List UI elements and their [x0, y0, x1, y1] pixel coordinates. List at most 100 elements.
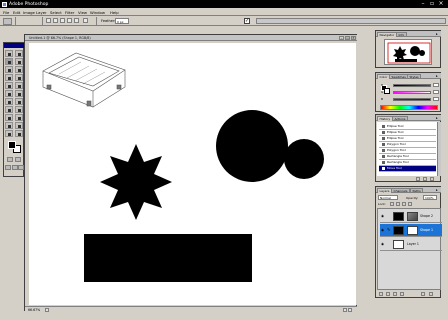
subtract-selection-icon[interactable] — [60, 18, 65, 23]
eye-icon[interactable]: ◉ — [381, 214, 385, 218]
healing-brush-icon[interactable] — [5, 74, 13, 81]
green-value-field[interactable] — [433, 90, 439, 94]
vertical-scrollbar[interactable] — [356, 41, 358, 305]
trash-icon[interactable] — [430, 177, 434, 181]
clone-stamp-icon[interactable] — [5, 82, 13, 89]
status-menu-icon[interactable] — [45, 307, 49, 312]
menu-image[interactable]: Image — [23, 10, 35, 15]
color-spectrum-bar[interactable] — [380, 105, 438, 110]
eraser-tool-icon[interactable] — [5, 90, 13, 97]
new-document-icon[interactable] — [423, 177, 427, 181]
menu-file[interactable]: File — [3, 10, 9, 15]
layer-set-icon[interactable] — [393, 292, 397, 296]
lasso-icon[interactable] — [74, 18, 79, 23]
green-slider[interactable] — [393, 91, 431, 94]
shape-tool-icon[interactable] — [14, 114, 23, 121]
tool-preset-picker[interactable] — [3, 17, 12, 25]
panel-menu-icon[interactable]: ▸ — [436, 116, 440, 120]
panel-menu-icon[interactable]: ▸ — [436, 32, 440, 36]
history-item[interactable]: Ellipse Tool — [379, 124, 436, 130]
history-item[interactable]: Rectangle Tool — [379, 154, 436, 160]
red-value-field[interactable] — [433, 83, 439, 87]
scroll-right-icon[interactable] — [348, 307, 352, 312]
blend-mode-select[interactable]: Normal — [378, 195, 398, 200]
quick-mask-icon[interactable] — [15, 157, 21, 162]
marquee-tool-icon[interactable] — [5, 50, 13, 57]
screen-mode-full-menu-icon[interactable] — [11, 165, 18, 170]
tab-swatches[interactable]: Swatches — [389, 73, 409, 79]
menu-view[interactable]: View — [78, 10, 87, 15]
polygon-lasso-icon[interactable] — [83, 18, 88, 23]
zoom-tool-icon[interactable] — [14, 130, 23, 137]
standard-mode-icon[interactable] — [7, 157, 13, 162]
menu-window[interactable]: Window — [90, 10, 105, 15]
tab-actions[interactable]: Actions — [392, 115, 408, 121]
eye-icon[interactable]: ◉ — [381, 242, 385, 246]
opacity-input[interactable]: 100% — [423, 195, 437, 200]
layer-mask-icon[interactable] — [386, 292, 390, 296]
tab-color[interactable]: Color — [377, 73, 390, 79]
menu-edit[interactable]: Edit — [13, 10, 20, 15]
path-selection-icon[interactable] — [5, 106, 13, 113]
pen-tool-icon[interactable] — [5, 114, 13, 121]
layer-row-layer-1[interactable]: ◉ Layer 1 — [380, 238, 442, 251]
lasso-tool-icon[interactable] — [5, 58, 13, 65]
panel-menu-icon[interactable]: ▸ — [436, 74, 440, 78]
layer-row-shape-2[interactable]: ◉ Shape 2 — [380, 210, 442, 223]
foreground-color-swatch[interactable] — [8, 141, 16, 149]
history-item[interactable]: Polygon Tool — [379, 142, 436, 148]
history-item[interactable]: Polygon Tool — [379, 148, 436, 154]
dodge-tool-icon[interactable] — [14, 98, 23, 105]
type-tool-icon[interactable] — [14, 106, 23, 113]
move-tool-icon[interactable] — [14, 50, 23, 57]
blur-tool-icon[interactable] — [5, 98, 13, 105]
tab-channels[interactable]: Channels — [391, 187, 410, 193]
history-item[interactable]: Ellipse Tool — [379, 136, 436, 142]
brush-tool-icon[interactable] — [14, 74, 23, 81]
new-snapshot-icon[interactable] — [416, 177, 420, 181]
doc-close-icon[interactable]: × — [351, 35, 356, 40]
lock-position-icon[interactable] — [402, 202, 406, 206]
canvas[interactable] — [29, 43, 356, 305]
document-title-bar[interactable]: Untitled-1 @ 66.7% (Shape 1, RGB/8) – ▫ … — [25, 35, 357, 41]
lock-transparency-icon[interactable] — [390, 202, 394, 206]
tab-layers[interactable]: Layers — [377, 187, 392, 193]
history-scrollbar[interactable] — [437, 122, 441, 176]
blue-slider[interactable] — [393, 98, 431, 101]
notes-tool-icon[interactable] — [5, 122, 13, 129]
menu-select[interactable]: Select — [50, 10, 62, 15]
history-item[interactable]: Rectangle Tool — [379, 160, 436, 166]
history-brush-icon[interactable] — [14, 82, 23, 89]
tab-navigator[interactable]: Navigator — [377, 31, 397, 37]
add-selection-icon[interactable] — [53, 18, 58, 23]
layer-row-shape-1[interactable]: ◉ ✎ Shape 1 — [380, 224, 442, 237]
hand-tool-icon[interactable] — [5, 130, 13, 137]
adjustment-layer-icon[interactable] — [400, 292, 404, 296]
menu-layer[interactable]: Layer — [36, 10, 47, 15]
tab-info[interactable]: Info — [396, 31, 407, 37]
scroll-left-icon[interactable] — [343, 307, 347, 312]
eye-icon[interactable]: ◉ — [381, 228, 385, 232]
minimize-icon[interactable]: – — [419, 1, 427, 7]
panel-menu-icon[interactable]: ▸ — [436, 188, 440, 192]
history-item-current[interactable]: Move Tool — [379, 166, 436, 172]
zoom-level[interactable]: 66.67% — [28, 308, 40, 312]
tab-history[interactable]: History — [377, 115, 393, 121]
eyedropper-tool-icon[interactable] — [14, 122, 23, 129]
screen-mode-standard-icon[interactable] — [5, 165, 11, 170]
slice-tool-icon[interactable] — [14, 66, 23, 73]
tab-styles[interactable]: Styles — [407, 73, 422, 79]
gradient-tool-icon[interactable] — [14, 90, 23, 97]
red-slider[interactable] — [393, 84, 431, 87]
feather-input[interactable]: 0 px — [115, 18, 129, 24]
lock-all-icon[interactable] — [408, 202, 412, 206]
history-item[interactable]: Ellipse Tool — [379, 130, 436, 136]
crop-tool-icon[interactable] — [5, 66, 13, 73]
new-layer-icon[interactable] — [421, 292, 425, 296]
navigator-thumbnail[interactable] — [384, 39, 432, 65]
palette-well-checkbox[interactable]: ✓ — [244, 18, 250, 24]
close-icon[interactable]: × — [437, 1, 445, 7]
intersect-selection-icon[interactable] — [67, 18, 72, 23]
tab-paths[interactable]: Paths — [410, 187, 424, 193]
trash-icon[interactable] — [429, 292, 433, 296]
